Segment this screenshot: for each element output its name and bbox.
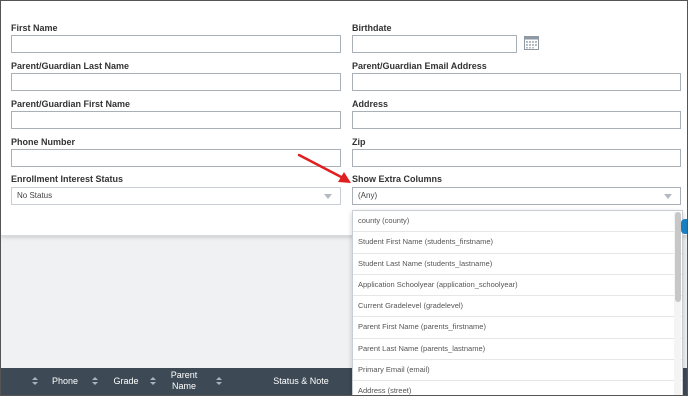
first-name-label: First Name: [11, 23, 58, 33]
dropdown-scrollbar[interactable]: [674, 212, 681, 395]
guardian-first-name-input[interactable]: [11, 111, 341, 129]
dropdown-option[interactable]: Current Gradelevel (gradelevel): [353, 296, 682, 318]
sort-icon[interactable]: [32, 377, 38, 386]
column-header-parent-name[interactable]: Parent Name: [161, 370, 207, 392]
column-header-phone[interactable]: Phone: [43, 376, 87, 386]
sort-icon[interactable]: [216, 377, 222, 386]
extra-columns-select[interactable]: (Any): [352, 187, 681, 205]
calendar-icon[interactable]: [524, 35, 539, 50]
dropdown-option[interactable]: Student First Name (students_firstname): [353, 232, 682, 254]
dropdown-option[interactable]: Application Schoolyear (application_scho…: [353, 275, 682, 297]
guardian-last-name-input[interactable]: [11, 73, 341, 91]
guardian-email-input[interactable]: [352, 73, 681, 91]
enrollment-status-value: No Status: [17, 191, 53, 200]
dropdown-option[interactable]: Primary Email (email): [353, 360, 682, 382]
guardian-last-name-label: Parent/Guardian Last Name: [11, 61, 130, 71]
guardian-first-name-label: Parent/Guardian First Name: [11, 99, 131, 109]
sort-icon[interactable]: [150, 377, 156, 386]
address-input[interactable]: [352, 111, 681, 129]
address-label: Address: [352, 99, 389, 109]
zip-label: Zip: [352, 137, 366, 147]
birthdate-input[interactable]: [352, 35, 517, 53]
dropdown-option[interactable]: Address (street): [353, 381, 682, 395]
dropdown-option[interactable]: Parent Last Name (parents_lastname): [353, 339, 682, 361]
first-name-input[interactable]: [11, 35, 341, 53]
dropdown-option[interactable]: Student Last Name (students_lastname): [353, 254, 682, 275]
chevron-down-icon: [324, 194, 332, 199]
column-header-status-note[interactable]: Status & Note: [261, 376, 341, 386]
phone-number-label: Phone Number: [11, 137, 76, 147]
dropdown-option[interactable]: county (county): [353, 211, 682, 233]
chevron-down-icon: [664, 194, 672, 199]
extra-columns-label: Show Extra Columns: [352, 174, 443, 184]
extra-columns-dropdown[interactable]: county (county) Student First Name (stud…: [352, 210, 683, 396]
red-arrow-icon: [297, 153, 351, 183]
guardian-email-label: Parent/Guardian Email Address: [352, 61, 487, 71]
dropdown-option[interactable]: Parent First Name (parents_firstname): [353, 317, 682, 339]
search-form-panel: First Name Parent/Guardian Last Name Par…: [1, 1, 687, 236]
column-header-grade[interactable]: Grade: [106, 376, 146, 386]
birthdate-label: Birthdate: [352, 23, 392, 33]
zip-input[interactable]: [352, 149, 681, 167]
side-tab[interactable]: [681, 219, 688, 234]
extra-columns-value: (Any): [358, 191, 378, 200]
enrollment-status-label: Enrollment Interest Status: [11, 174, 124, 184]
sort-icon[interactable]: [92, 377, 98, 386]
